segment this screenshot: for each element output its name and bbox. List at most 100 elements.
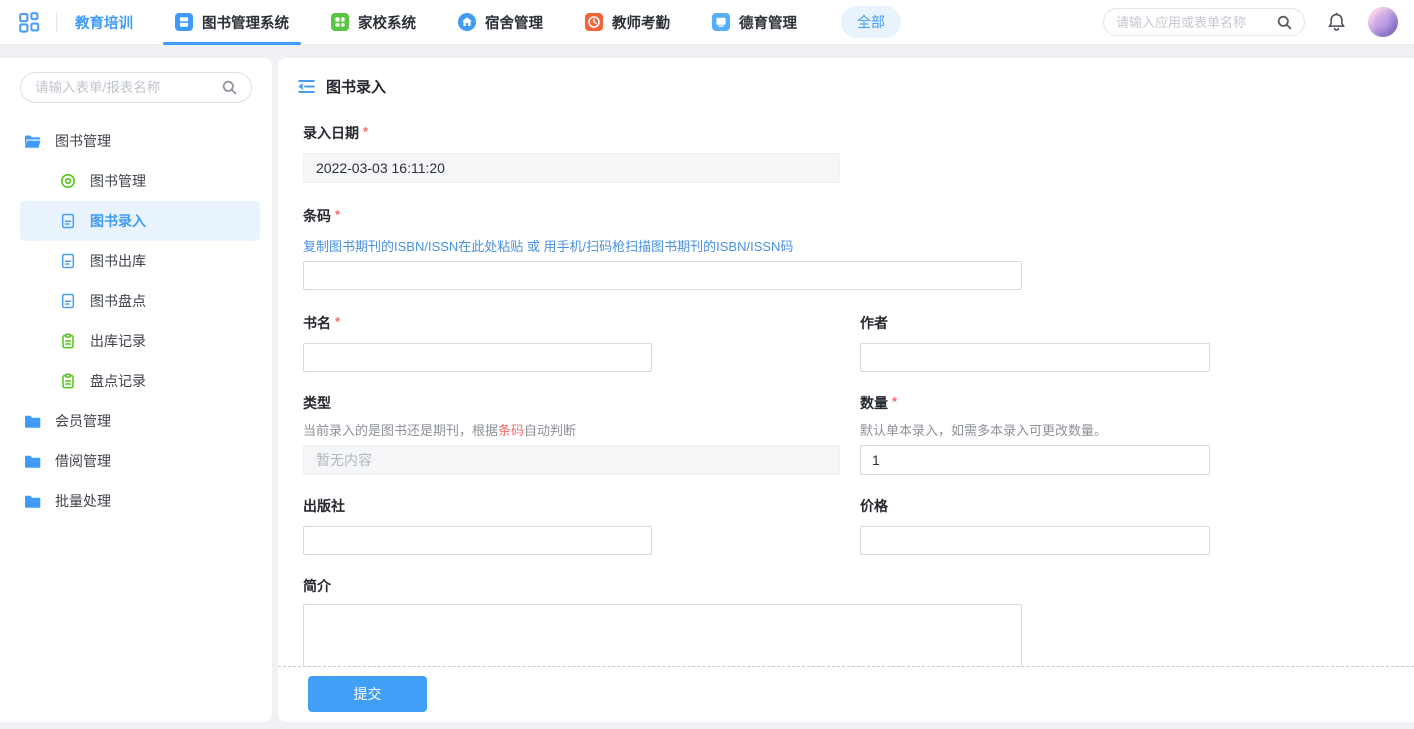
sidebar-item-label: 图书录入	[90, 211, 146, 231]
publisher-input[interactable]	[303, 526, 652, 555]
attendance-clock-app-icon	[585, 13, 603, 31]
intro-label: 简介	[303, 576, 1414, 596]
price-label: 价格	[860, 496, 1220, 516]
target-icon	[60, 173, 76, 189]
form-header: 图书录入	[278, 58, 1414, 97]
user-avatar[interactable]	[1368, 7, 1398, 37]
header-right-actions	[1103, 7, 1398, 37]
field-publisher: 出版社	[303, 496, 860, 555]
field-book-name: 书名	[303, 313, 860, 372]
page-title: 图书录入	[326, 76, 386, 97]
sidebar: 图书管理 图书管理 图书录入 图书出库	[0, 58, 272, 722]
type-field	[303, 445, 840, 475]
tab-label: 宿舍管理	[485, 12, 543, 33]
row-publisher-price: 出版社 价格	[303, 496, 1414, 555]
global-search-input[interactable]	[1116, 15, 1269, 30]
sidebar-item-label: 图书管理	[55, 131, 111, 151]
tab-teacher-attendance[interactable]: 教师考勤	[585, 0, 670, 45]
sidebar-search-input[interactable]	[35, 80, 214, 95]
nav-home-link[interactable]: 教育培训	[75, 12, 133, 33]
type-label: 类型	[303, 393, 860, 413]
field-author: 作者	[860, 313, 1220, 372]
sidebar-item-book-management[interactable]: 图书管理	[0, 161, 272, 201]
tab-label: 家校系统	[358, 12, 416, 33]
sidebar-item-book-inventory[interactable]: 图书盘点	[0, 281, 272, 321]
sidebar-item-label: 出库记录	[90, 331, 146, 351]
folder-icon	[24, 414, 41, 429]
tab-label: 图书管理系统	[202, 12, 289, 33]
tab-book-management-system[interactable]: 图书管理系统	[175, 0, 289, 45]
document-icon	[60, 293, 76, 309]
field-type: 类型 当前录入的是图书还是期刊，根据条码自动判断	[303, 393, 860, 475]
dormitory-app-icon	[458, 13, 476, 31]
clipboard-icon	[60, 373, 76, 389]
entry-date-label: 录入日期	[303, 123, 1414, 143]
document-icon	[60, 253, 76, 269]
book-app-icon	[175, 13, 193, 31]
sidebar-item-label: 借阅管理	[55, 451, 111, 471]
quantity-label: 数量	[860, 393, 1220, 413]
book-entry-form: 录入日期 条码 复制图书期刊的ISBN/ISSN在此处粘贴 或 用手机/扫码枪扫…	[278, 97, 1414, 666]
tab-all-apps[interactable]: 全部	[841, 6, 901, 38]
notification-bell-icon[interactable]	[1327, 12, 1346, 32]
field-entry-date: 录入日期	[303, 123, 1414, 183]
sidebar-search-box	[20, 72, 252, 103]
sidebar-item-label: 盘点记录	[90, 371, 146, 391]
row-bookname-author: 书名 作者	[303, 313, 1414, 372]
sidebar-item-label: 图书出库	[90, 251, 146, 271]
row-type-quantity: 类型 当前录入的是图书还是期刊，根据条码自动判断 数量 默认单本录入，如需多本录…	[303, 393, 1414, 475]
sidebar-item-checkout-records[interactable]: 出库记录	[0, 321, 272, 361]
intro-textarea[interactable]	[303, 604, 1022, 666]
book-name-input[interactable]	[303, 343, 652, 372]
sidebar-item-book-checkout[interactable]: 图书出库	[0, 241, 272, 281]
tab-dormitory-management[interactable]: 宿舍管理	[458, 0, 543, 45]
field-barcode: 条码 复制图书期刊的ISBN/ISSN在此处粘贴 或 用手机/扫码枪扫描图书期刊…	[303, 206, 1414, 290]
sidebar-item-book-entry[interactable]: 图书录入	[0, 201, 272, 241]
sidebar-folder-book-management[interactable]: 图书管理	[0, 121, 272, 161]
sidebar-item-label: 图书盘点	[90, 291, 146, 311]
book-name-label: 书名	[303, 313, 860, 333]
barcode-help-text: 复制图书期刊的ISBN/ISSN在此处粘贴 或 用手机/扫码枪扫描图书期刊的IS…	[303, 236, 1414, 255]
sidebar-folder-batch-processing[interactable]: 批量处理	[0, 481, 272, 521]
main-content-panel: 图书录入 录入日期 条码 复制图书期刊的ISBN/ISSN在此处粘贴 或 用手机…	[278, 58, 1414, 722]
folder-icon	[24, 494, 41, 509]
tab-label: 德育管理	[739, 12, 797, 33]
global-search-box	[1103, 8, 1305, 36]
sidebar-folder-member-management[interactable]: 会员管理	[0, 401, 272, 441]
home-school-app-icon	[331, 13, 349, 31]
barcode-input[interactable]	[303, 261, 1022, 290]
folder-open-icon	[24, 134, 41, 149]
price-input[interactable]	[860, 526, 1210, 555]
sidebar-item-label: 批量处理	[55, 491, 111, 511]
type-help-text: 当前录入的是图书还是期刊，根据条码自动判断	[303, 420, 860, 439]
sidebar-item-label: 会员管理	[55, 411, 111, 431]
form-footer: 提交	[278, 666, 1414, 722]
app-launcher-icon[interactable]	[16, 9, 42, 35]
quantity-help-text: 默认单本录入，如需多本录入可更改数量。	[860, 420, 1220, 439]
sidebar-item-label: 图书管理	[90, 171, 146, 191]
tab-moral-education[interactable]: 德育管理	[712, 0, 797, 45]
top-header: 教育培训 图书管理系统 家校系统 宿舍管理	[0, 0, 1414, 45]
menu-fold-icon[interactable]	[298, 79, 315, 94]
tab-label: 教师考勤	[612, 12, 670, 33]
search-icon[interactable]	[222, 80, 237, 95]
barcode-label: 条码	[303, 206, 1414, 226]
quantity-input[interactable]	[860, 445, 1210, 475]
folder-icon	[24, 454, 41, 469]
submit-button[interactable]: 提交	[308, 676, 427, 712]
author-label: 作者	[860, 313, 1220, 333]
publisher-label: 出版社	[303, 496, 860, 516]
field-quantity: 数量 默认单本录入，如需多本录入可更改数量。	[860, 393, 1220, 475]
search-icon[interactable]	[1277, 15, 1292, 30]
barcode-ref-link[interactable]: 条码	[498, 423, 524, 438]
tab-home-school-system[interactable]: 家校系统	[331, 0, 416, 45]
sidebar-folder-borrow-management[interactable]: 借阅管理	[0, 441, 272, 481]
document-icon	[60, 213, 76, 229]
clipboard-icon	[60, 333, 76, 349]
divider	[56, 13, 57, 31]
author-input[interactable]	[860, 343, 1210, 372]
entry-date-field[interactable]	[303, 153, 840, 183]
sidebar-item-inventory-records[interactable]: 盘点记录	[0, 361, 272, 401]
moral-education-app-icon	[712, 13, 730, 31]
field-price: 价格	[860, 496, 1220, 555]
